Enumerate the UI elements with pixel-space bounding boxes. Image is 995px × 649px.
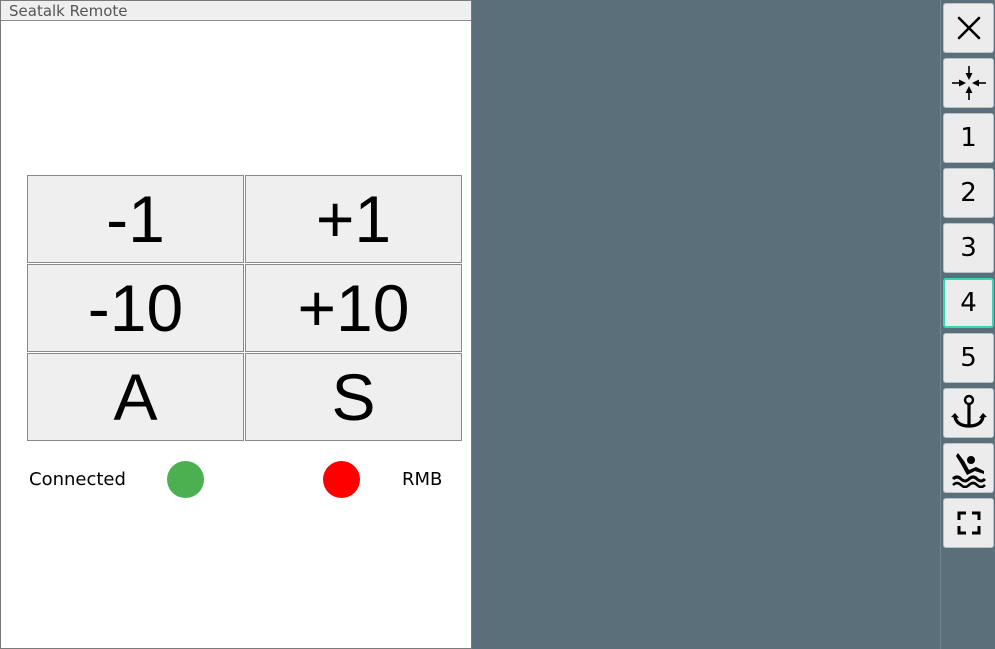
anchor-button[interactable] — [943, 388, 994, 438]
page-1-button[interactable]: 1 — [943, 113, 994, 163]
page-2-button[interactable]: 2 — [943, 168, 994, 218]
page-5-button[interactable]: 5 — [943, 333, 994, 383]
rmb-label: RMB — [402, 469, 443, 490]
plus-10-button[interactable]: +10 — [245, 264, 462, 352]
minus-10-button[interactable]: -10 — [27, 264, 244, 352]
minus-1-button[interactable]: -1 — [27, 175, 244, 263]
autopilot-keypad: -1 +1 -10 +10 A S — [27, 175, 465, 443]
man-overboard-button[interactable] — [943, 443, 994, 493]
fullscreen-icon — [957, 511, 980, 535]
center-button[interactable] — [943, 58, 994, 108]
connected-label: Connected — [29, 469, 126, 490]
sidebar-divider — [940, 0, 941, 649]
plus-1-button[interactable]: +1 — [245, 175, 462, 263]
connected-indicator — [167, 461, 204, 498]
anchor-icon — [950, 394, 987, 428]
page-3-button[interactable]: 3 — [943, 223, 994, 273]
fullscreen-button[interactable] — [943, 498, 994, 548]
seatalk-remote-window: Seatalk Remote -1 +1 -10 +10 A S Connect… — [0, 0, 472, 649]
man-overboard-icon — [951, 453, 986, 488]
close-button[interactable] — [943, 3, 994, 53]
compress-arrows-icon — [951, 66, 986, 100]
rmb-indicator — [323, 461, 360, 498]
auto-button[interactable]: A — [27, 353, 244, 441]
page-4-button[interactable]: 4 — [943, 278, 994, 328]
standby-button[interactable]: S — [245, 353, 462, 441]
close-icon — [957, 16, 980, 40]
window-title: Seatalk Remote — [1, 1, 471, 21]
